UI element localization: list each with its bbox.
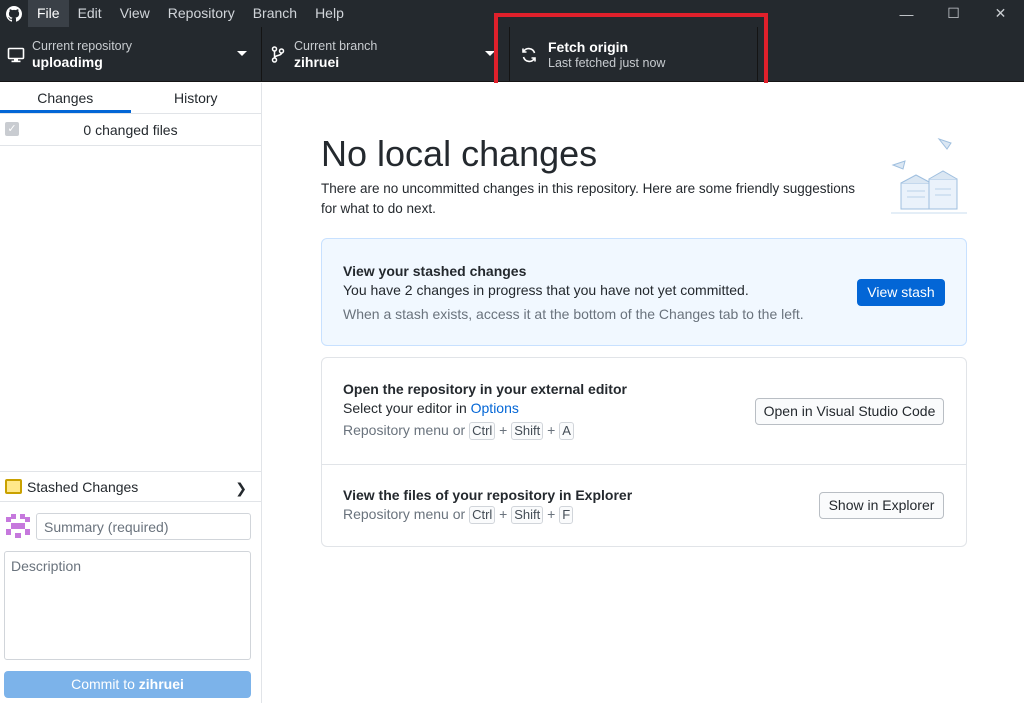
commit-button-branch: zihruei <box>138 676 184 692</box>
options-link[interactable]: Options <box>471 400 519 416</box>
current-branch-label: Current branch <box>294 38 378 53</box>
view-stash-button[interactable]: View stash <box>857 279 945 306</box>
sidebar: Changes History ✓ 0 changed files Stashe… <box>0 83 262 703</box>
summary-input[interactable] <box>36 513 251 540</box>
kbd-f: F <box>559 506 574 524</box>
stash-card: View your stashed changes You have 2 cha… <box>321 238 967 346</box>
no-changes-illustration-icon <box>889 135 969 217</box>
sync-icon <box>510 46 548 64</box>
description-input[interactable] <box>4 551 251 660</box>
current-repository-button[interactable]: Current repository uploadimg <box>0 27 262 82</box>
commit-button[interactable]: Commit to zihruei <box>4 671 251 698</box>
editor-card-title: Open the repository in your external edi… <box>343 381 627 397</box>
kbd-a: A <box>559 422 574 440</box>
menu-edit[interactable]: Edit <box>69 0 111 27</box>
stash-icon <box>5 479 22 494</box>
chevron-right-icon: ❯ <box>235 480 247 496</box>
git-branch-icon <box>262 46 294 63</box>
menu-branch[interactable]: Branch <box>244 0 306 27</box>
menu-file[interactable]: File <box>28 0 69 27</box>
main-panel: No local changes There are no uncommitte… <box>263 83 1024 703</box>
close-button[interactable]: ✕ <box>977 0 1024 27</box>
avatar <box>6 514 30 538</box>
menu-view[interactable]: View <box>111 0 159 27</box>
page-title: No local changes <box>321 133 598 174</box>
changes-header: ✓ 0 changed files <box>0 114 261 146</box>
current-repository-label: Current repository <box>32 38 133 53</box>
menu-help[interactable]: Help <box>306 0 353 27</box>
show-in-explorer-button[interactable]: Show in Explorer <box>819 492 944 519</box>
monitor-icon <box>0 47 32 63</box>
title-bar: File Edit View Repository Branch Help — … <box>0 0 1024 27</box>
actions-card: Open the repository in your external edi… <box>321 357 967 547</box>
editor-desc-prefix: Select your editor in <box>343 400 471 416</box>
select-all-checkbox[interactable]: ✓ <box>5 122 19 136</box>
editor-hint-prefix: Repository menu or <box>343 422 470 438</box>
kbd-ctrl: Ctrl <box>469 506 496 524</box>
current-branch-button[interactable]: Current branch zihruei <box>262 27 510 82</box>
menu-repository[interactable]: Repository <box>159 0 244 27</box>
changed-files-count: 0 changed files <box>83 121 178 138</box>
chevron-down-icon <box>237 51 247 56</box>
fetch-origin-button[interactable]: Fetch origin Last fetched just now <box>510 27 758 82</box>
toolbar: Current repository uploadimg Current bra… <box>0 27 1024 82</box>
tab-history[interactable]: History <box>131 83 262 113</box>
kbd-ctrl: Ctrl <box>469 422 496 440</box>
explorer-hint-prefix: Repository menu or <box>343 506 470 522</box>
window-controls: — ☐ ✕ <box>883 0 1024 27</box>
menu-bar: File Edit View Repository Branch Help <box>28 0 353 27</box>
stash-card-title: View your stashed changes <box>343 263 527 279</box>
last-fetched-text: Last fetched just now <box>548 55 666 70</box>
page-subtitle: There are no uncommitted changes in this… <box>321 181 856 216</box>
maximize-button[interactable]: ☐ <box>930 0 977 27</box>
open-in-vscode-button[interactable]: Open in Visual Studio Code <box>755 398 944 425</box>
tab-changes[interactable]: Changes <box>0 83 131 113</box>
stashed-changes-row[interactable]: Stashed Changes ❯ <box>0 471 261 502</box>
sidebar-tabs: Changes History <box>0 83 261 114</box>
stashed-changes-label: Stashed Changes <box>27 478 139 495</box>
github-logo-icon <box>0 0 28 27</box>
minimize-button[interactable]: — <box>883 0 930 27</box>
commit-button-prefix: Commit to <box>71 676 139 692</box>
current-repository-value: uploadimg <box>32 53 103 70</box>
kbd-shift: Shift <box>511 422 544 440</box>
card-divider <box>322 464 966 465</box>
chevron-down-icon <box>485 51 495 56</box>
stash-card-hint: When a stash exists, access it at the bo… <box>343 306 804 322</box>
current-branch-value: zihruei <box>294 53 340 70</box>
kbd-shift: Shift <box>511 506 544 524</box>
fetch-origin-title: Fetch origin <box>548 38 629 55</box>
